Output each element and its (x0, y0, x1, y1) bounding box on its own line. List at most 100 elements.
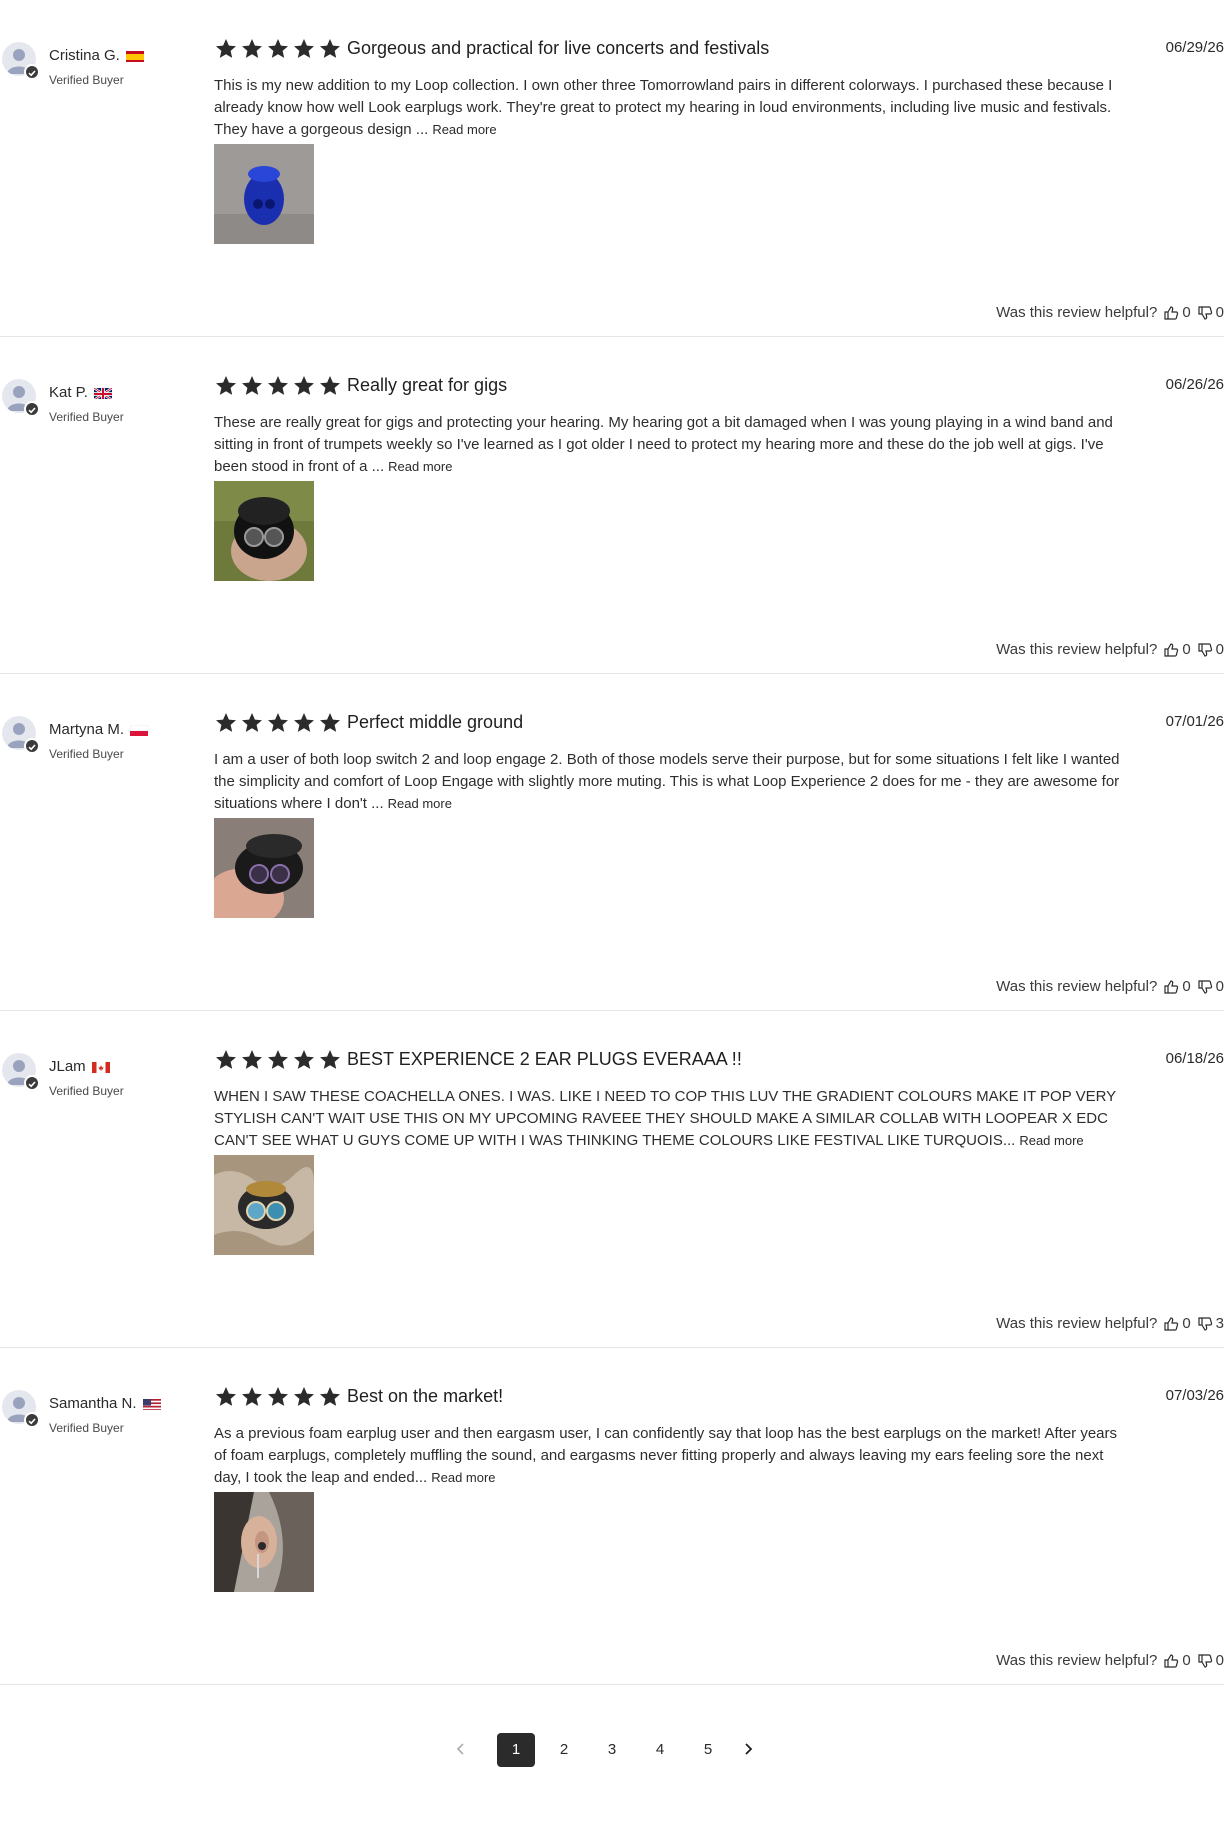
review-body: As a previous foam earplug user and then… (214, 1425, 1118, 1486)
helpful-label: Was this review helpful? (996, 1315, 1158, 1332)
star-icon (242, 376, 262, 395)
thumbs-down-button[interactable]: 0 (1197, 1652, 1224, 1669)
chevron-left-icon (456, 1743, 464, 1755)
verified-buyer-label: Verified Buyer (49, 73, 124, 87)
review-photo[interactable] (214, 818, 314, 918)
verified-check-icon (24, 738, 40, 754)
star-icon (320, 713, 340, 732)
helpful-label: Was this review helpful? (996, 978, 1158, 995)
thumbs-down-icon (1198, 642, 1212, 657)
thumbs-down-icon (1198, 1316, 1212, 1331)
thumbs-up-button[interactable]: 0 (1163, 978, 1191, 995)
helpful-section: Was this review helpful? 0 0 (996, 978, 1224, 995)
page-4-button[interactable]: 4 (641, 1733, 679, 1767)
page-3-button[interactable]: 3 (593, 1733, 631, 1767)
star-icon (294, 376, 314, 395)
uk-flag-icon (93, 386, 112, 399)
helpful-section: Was this review helpful? 0 3 (996, 1315, 1224, 1332)
helpful-label: Was this review helpful? (996, 1652, 1158, 1669)
review-date: 07/03/26 (1165, 1387, 1224, 1404)
review-card: Kat P. Verified Buyer Really great for g… (0, 337, 1224, 674)
poland-flag-icon (130, 724, 149, 736)
avatar (2, 1390, 40, 1428)
page-5-button[interactable]: 5 (689, 1733, 727, 1767)
review-title: BEST EXPERIENCE 2 EAR PLUGS EVERAAA !! (347, 1049, 742, 1069)
star-icon (294, 1050, 314, 1069)
review-title: Best on the market! (347, 1386, 504, 1406)
pagination: 1 2 3 4 5 (0, 1733, 1224, 1767)
helpful-label: Was this review helpful? (996, 304, 1158, 321)
thumbs-down-button[interactable]: 0 (1197, 978, 1224, 995)
star-icon (216, 376, 236, 395)
star-icon (242, 1050, 262, 1069)
review-date: 07/01/26 (1165, 713, 1224, 730)
read-more-link[interactable]: Read more (1019, 1133, 1083, 1148)
star-icon (320, 1387, 340, 1406)
page-1-button[interactable]: 1 (497, 1733, 535, 1767)
reviewer-name: Samantha N. (49, 1395, 161, 1412)
review-card: Samantha N. Verified Buyer Best on the m… (0, 1348, 1224, 1685)
star-rating (214, 1385, 342, 1409)
star-icon (294, 1387, 314, 1406)
prev-page-button[interactable] (449, 1733, 473, 1767)
avatar (2, 1053, 40, 1091)
avatar (2, 42, 40, 80)
read-more-link[interactable]: Read more (431, 1470, 495, 1485)
star-icon (320, 1050, 340, 1069)
star-rating (214, 1048, 342, 1072)
star-icon (268, 39, 288, 58)
review-body: WHEN I SAW THESE COACHELLA ONES. I WAS. … (214, 1088, 1116, 1149)
review-date: 06/29/26 (1165, 39, 1224, 56)
review-body: I am a user of both loop switch 2 and lo… (214, 751, 1120, 812)
avatar (2, 716, 40, 754)
thumbs-up-button[interactable]: 0 (1163, 1652, 1191, 1669)
read-more-link[interactable]: Read more (388, 796, 452, 811)
next-page-button[interactable] (736, 1733, 760, 1767)
star-icon (294, 39, 314, 58)
star-icon (268, 713, 288, 732)
thumbs-up-icon (1164, 305, 1179, 320)
star-icon (216, 713, 236, 732)
thumbs-up-button[interactable]: 0 (1163, 304, 1191, 321)
verified-buyer-label: Verified Buyer (49, 1421, 124, 1435)
review-body: This is my new addition to my Loop colle… (214, 77, 1113, 138)
review-card: Cristina G. Verified Buyer Gorgeous and … (0, 0, 1224, 337)
review-photo[interactable] (214, 481, 314, 581)
review-date: 06/18/26 (1165, 1050, 1224, 1067)
reviewer-name: Kat P. (49, 384, 112, 401)
verified-check-icon (24, 401, 40, 417)
review-title: Gorgeous and practical for live concerts… (347, 38, 770, 58)
review-photo[interactable] (214, 144, 314, 244)
read-more-link[interactable]: Read more (432, 122, 496, 137)
avatar (2, 379, 40, 417)
star-icon (242, 1387, 262, 1406)
thumbs-down-button[interactable]: 0 (1197, 304, 1224, 321)
verified-buyer-label: Verified Buyer (49, 410, 124, 424)
thumbs-up-button[interactable]: 0 (1163, 641, 1191, 658)
review-card: Martyna M. Verified Buyer Perfect middle… (0, 674, 1224, 1011)
star-icon (242, 39, 262, 58)
helpful-section: Was this review helpful? 0 0 (996, 641, 1224, 658)
thumbs-down-button[interactable]: 3 (1197, 1315, 1224, 1332)
review-photo[interactable] (214, 1492, 314, 1592)
thumbs-up-icon (1164, 1316, 1179, 1331)
verified-buyer-label: Verified Buyer (49, 1084, 124, 1098)
divider (0, 1684, 1224, 1685)
reviewer-name: Martyna M. (49, 721, 149, 738)
read-more-link[interactable]: Read more (388, 459, 452, 474)
thumbs-down-button[interactable]: 0 (1197, 641, 1224, 658)
star-icon (294, 713, 314, 732)
star-icon (216, 1387, 236, 1406)
thumbs-up-icon (1164, 642, 1179, 657)
thumbs-up-button[interactable]: 0 (1163, 1315, 1191, 1332)
star-rating (214, 374, 342, 398)
page-2-button[interactable]: 2 (545, 1733, 583, 1767)
review-title: Really great for gigs (347, 375, 508, 395)
review-photo[interactable] (214, 1155, 314, 1255)
star-icon (216, 1050, 236, 1069)
review-body: These are really great for gigs and prot… (214, 414, 1113, 475)
review-date: 06/26/26 (1165, 376, 1224, 393)
reviewer-name: Cristina G. (49, 47, 144, 64)
verified-check-icon (24, 1075, 40, 1091)
review-title: Perfect middle ground (347, 712, 524, 732)
